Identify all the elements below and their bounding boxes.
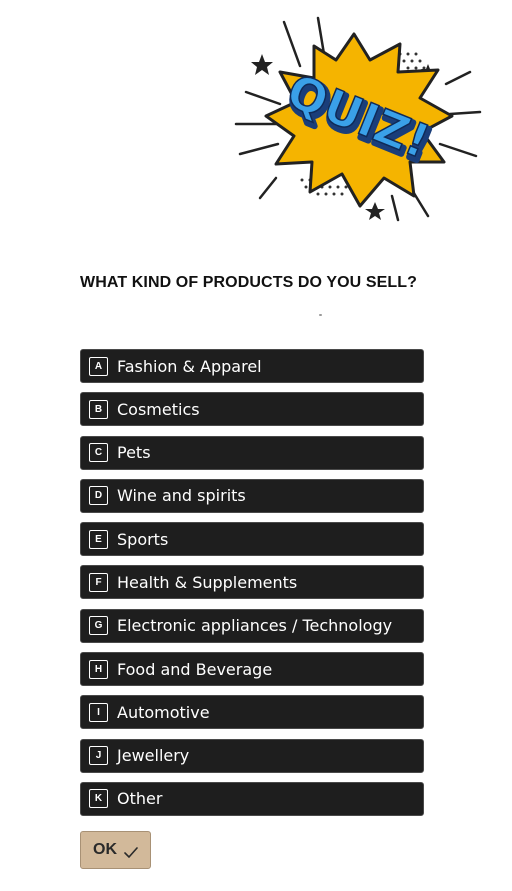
option-label: Automotive [117,702,210,722]
option-key: K [89,789,108,809]
option-sports[interactable]: E Sports [80,522,424,557]
option-label: Wine and spirits [117,486,246,506]
options-list: A Fashion & Apparel B Cosmetics C Pets D… [80,349,424,825]
option-food-and-beverage[interactable]: H Food and Beverage [80,652,424,687]
ok-button[interactable]: OK [80,831,151,869]
option-key: B [89,399,108,419]
option-label: Fashion & Apparel [117,356,262,376]
quiz-banner: QUIZ! QUIZ! [232,14,482,224]
option-fashion-apparel[interactable]: A Fashion & Apparel [80,349,424,383]
option-electronic-appliances[interactable]: G Electronic appliances / Technology [80,608,424,643]
option-label: Health & Supplements [117,572,298,592]
ok-button-label: OK [93,841,117,858]
option-key: J [89,746,108,766]
quiz-burst-icon: QUIZ! QUIZ! [234,16,482,222]
option-key: D [89,486,108,506]
option-key: C [89,443,108,463]
option-automotive[interactable]: I Automotive [80,695,424,730]
option-other[interactable]: K Other [80,781,424,816]
option-health-supplements[interactable]: F Health & Supplements [80,565,424,600]
option-wine-and-spirits[interactable]: D Wine and spirits [80,478,424,513]
option-key: E [89,529,108,549]
option-jewellery[interactable]: J Jewellery [80,738,424,773]
option-label: Food and Beverage [117,659,273,679]
question-title: WHAT KIND OF PRODUCTS DO YOU SELL? [80,274,418,291]
option-key: G [89,616,108,636]
option-key: I [89,702,108,722]
option-key: H [89,659,108,679]
option-key: A [89,356,108,376]
option-label: Sports [117,529,169,549]
option-cosmetics[interactable]: B Cosmetics [80,392,424,427]
option-pets[interactable]: C Pets [80,435,424,470]
option-label: Cosmetics [117,399,200,419]
option-label: Other [117,789,163,809]
check-icon [124,844,138,858]
option-label: Electronic appliances / Technology [117,616,393,636]
divider-dot [319,314,322,316]
option-label: Pets [117,443,151,463]
option-key: F [89,572,108,592]
option-label: Jewellery [117,746,190,766]
